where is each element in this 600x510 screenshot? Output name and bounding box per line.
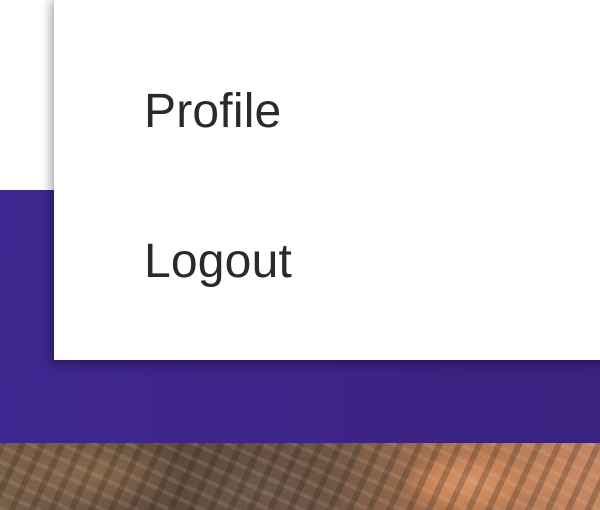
hero-image (0, 443, 600, 510)
menu-item-logout[interactable]: Logout (54, 201, 600, 321)
user-dropdown-menu: Profile Logout (54, 0, 600, 360)
menu-item-profile-label: Profile (144, 84, 282, 138)
menu-item-logout-label: Logout (144, 234, 293, 288)
menu-item-profile[interactable]: Profile (54, 51, 600, 171)
app-screen: Profile Logout (0, 0, 600, 510)
